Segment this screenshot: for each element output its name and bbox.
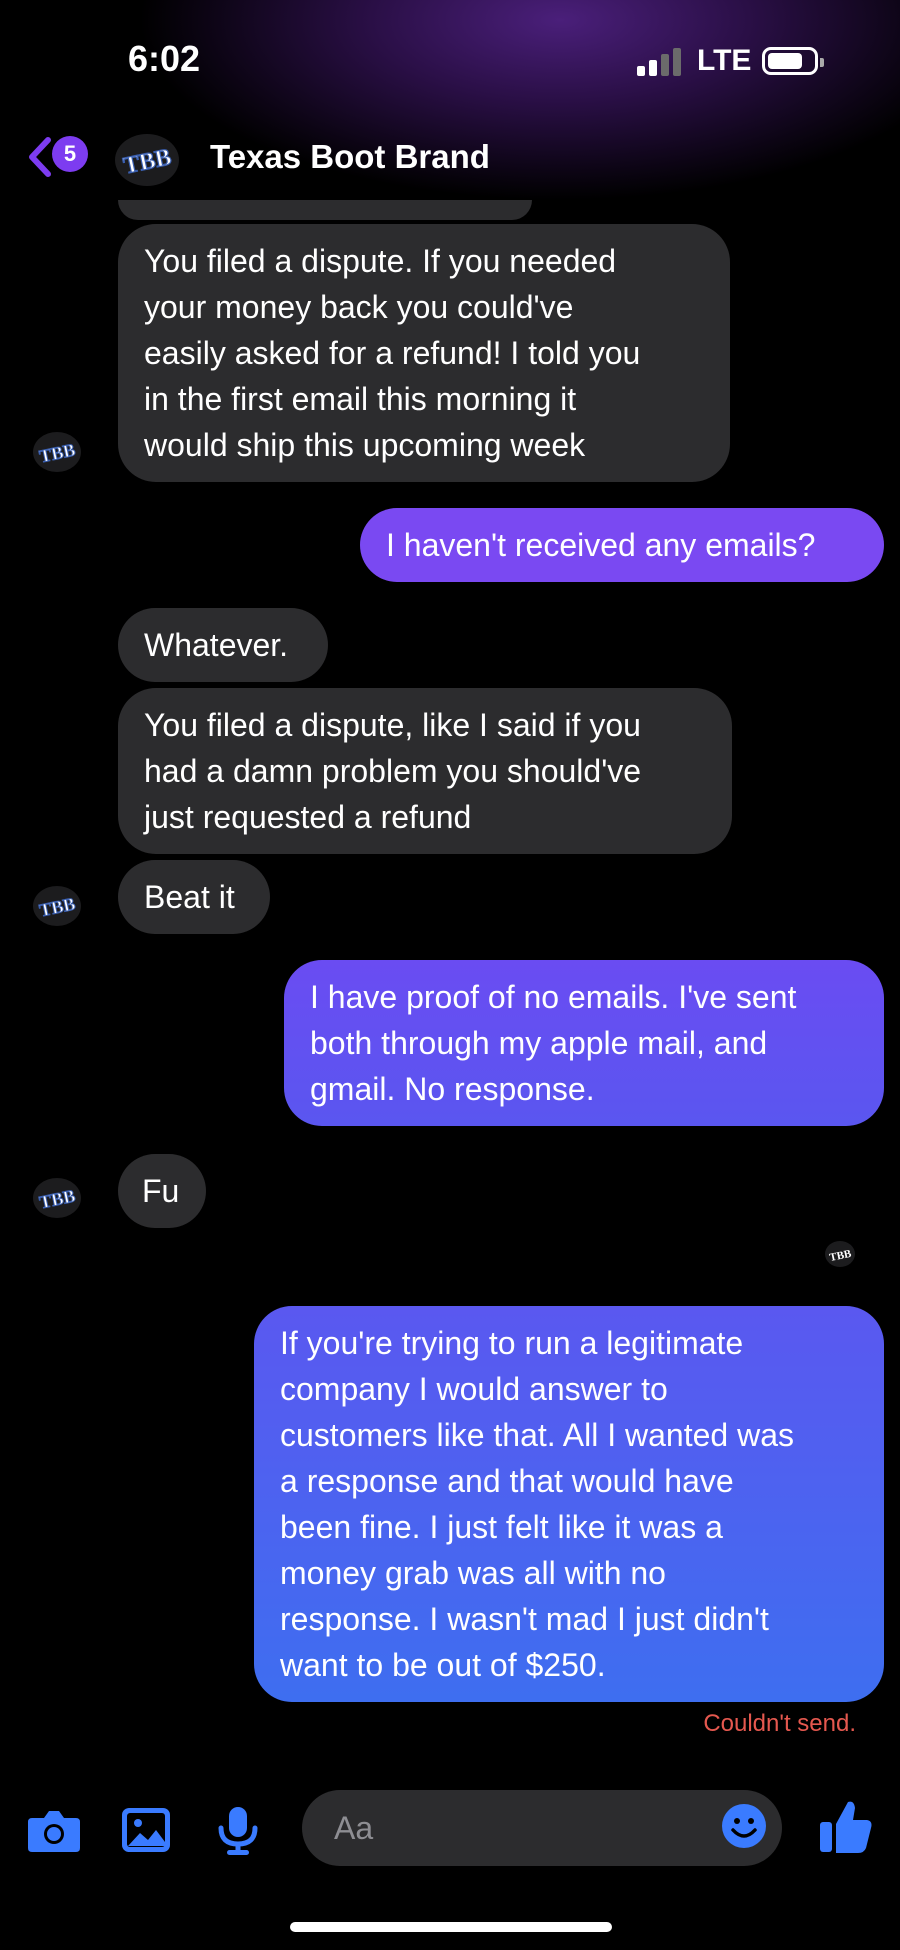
microphone-icon[interactable]	[210, 1804, 266, 1856]
status-time: 6:02	[128, 38, 201, 79]
message-input-placeholder: Aa	[334, 1810, 374, 1846]
back-button[interactable]: 5	[26, 134, 96, 180]
camera-icon[interactable]	[26, 1804, 82, 1856]
message-bubble[interactable]: You filed a dispute. If you needed your …	[118, 224, 730, 482]
message-bubble[interactable]: I haven't received any emails?	[360, 508, 884, 582]
message-bubble[interactable]: I have proof of no emails. I've sent bot…	[284, 960, 884, 1126]
read-receipt-avatar: TBB	[825, 1241, 855, 1267]
photo-icon[interactable]	[118, 1804, 174, 1856]
thumbs-up-icon[interactable]	[818, 1798, 874, 1856]
conversation-header: 5 TBB Texas Boot Brand	[0, 120, 900, 200]
emoji-icon[interactable]	[720, 1802, 768, 1850]
avatar[interactable]: TBB	[114, 132, 180, 188]
message-bubble[interactable]: Fu	[118, 1154, 206, 1228]
conversation-title[interactable]: Texas Boot Brand	[210, 138, 490, 176]
chevron-left-icon	[29, 137, 51, 177]
sender-avatar[interactable]: TBB	[32, 884, 82, 928]
message-bubble[interactable]: Beat it	[118, 860, 270, 934]
message-bubble[interactable]: If you're trying to run a legitimate com…	[254, 1306, 884, 1702]
previous-message-edge	[118, 200, 532, 220]
battery-icon	[762, 47, 824, 75]
status-bar: 6:02 LTE	[0, 0, 900, 120]
message-bubble[interactable]: Whatever.	[118, 608, 328, 682]
message-input[interactable]: Aa	[302, 1790, 782, 1866]
composer-bar: Aa	[0, 1780, 900, 1880]
sender-avatar[interactable]: TBB	[32, 430, 82, 474]
unread-count-badge: 5	[52, 136, 88, 172]
send-error-status[interactable]: Couldn't send.	[703, 1710, 856, 1738]
message-bubble[interactable]: You filed a dispute, like I said if you …	[118, 688, 732, 854]
network-type: LTE	[697, 44, 752, 77]
home-indicator[interactable]	[290, 1922, 612, 1932]
signal-strength-icon	[637, 48, 683, 76]
sender-avatar[interactable]: TBB	[32, 1176, 82, 1220]
